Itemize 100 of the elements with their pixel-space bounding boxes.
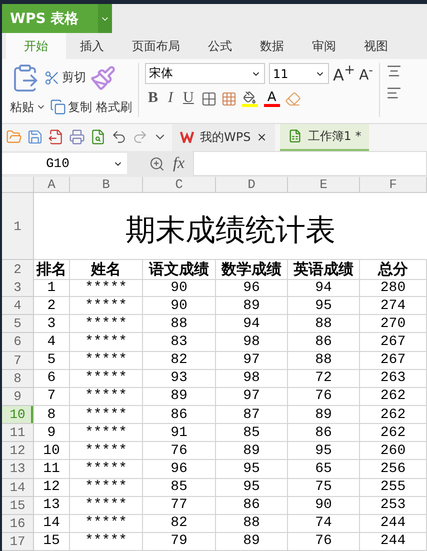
table-cell: 253 <box>360 496 427 515</box>
table-cell: 96 <box>143 460 216 478</box>
font-color-button[interactable]: A <box>262 90 281 107</box>
table-cell: 263 <box>360 370 427 388</box>
shrink-font-button[interactable]: A$^{-}$ <box>359 63 373 84</box>
printer-icon[interactable] <box>69 129 85 146</box>
name-box[interactable]: G10 <box>2 153 127 174</box>
table-cell: ***** <box>70 278 143 298</box>
app-menu-button[interactable]: WPS 表格 <box>2 4 112 34</box>
ribbon-tab[interactable]: 视图 <box>350 33 402 59</box>
table-cell: ***** <box>70 406 143 424</box>
zoom-icon[interactable] <box>149 156 165 172</box>
row-header[interactable]: 9 <box>2 388 34 406</box>
table-cell: 76 <box>288 532 360 551</box>
table-cell: 90 <box>288 496 360 515</box>
ribbon-tab[interactable]: 审阅 <box>298 33 350 59</box>
row-header[interactable]: 17 <box>2 532 34 551</box>
table-cell: 4 <box>34 333 70 352</box>
column-header[interactable]: F <box>360 176 427 194</box>
document-tab[interactable]: 工作簿1 * <box>280 124 370 152</box>
grow-font-button[interactable]: A$^{+}$ <box>333 62 356 84</box>
row-header[interactable]: 3 <box>2 278 34 298</box>
table-cell: 7 <box>34 388 70 406</box>
table-cell: 86 <box>288 424 360 442</box>
table-cell: 9 <box>34 424 70 442</box>
bold-button[interactable]: B <box>145 90 162 108</box>
table-cell: 13 <box>34 496 70 515</box>
formula-field[interactable] <box>192 151 427 176</box>
table-cell: 75 <box>288 478 360 497</box>
table-cell: ***** <box>70 442 143 460</box>
table-cell: 274 <box>360 297 427 316</box>
fill-color-button[interactable] <box>240 90 259 107</box>
row-header[interactable]: 15 <box>2 496 34 515</box>
brush-icon[interactable] <box>90 64 116 91</box>
table-cell: 88 <box>143 315 216 334</box>
table-cell: ***** <box>70 478 143 497</box>
table-cell: 89 <box>216 442 288 460</box>
row-header[interactable]: 8 <box>2 370 34 388</box>
row-header[interactable]: 12 <box>2 442 34 460</box>
scissors-icon <box>44 70 60 86</box>
row-header[interactable]: 11 <box>2 424 34 442</box>
row-header[interactable]: 5 <box>2 315 34 334</box>
format-painter-button[interactable]: 格式刷 <box>96 98 132 116</box>
font-name-dropdown[interactable]: 宋体 <box>145 63 265 84</box>
table-cell: 82 <box>143 352 216 370</box>
row-header[interactable]: 7 <box>2 352 34 370</box>
table-cell: 10 <box>34 442 70 460</box>
document-tab[interactable]: 我的WPS × <box>172 124 275 152</box>
table-cell: ***** <box>70 370 143 388</box>
table-cell: ***** <box>70 333 143 352</box>
ribbon-tab[interactable]: 开始 <box>6 33 66 59</box>
table-cell: 256 <box>360 460 427 478</box>
table-cell: 76 <box>143 442 216 460</box>
underline-button[interactable]: U <box>180 90 197 108</box>
ribbon-tab[interactable]: 页面布局 <box>118 33 194 59</box>
borders-icon[interactable] <box>200 90 217 107</box>
table-cell: 76 <box>288 388 360 406</box>
row-header[interactable]: 4 <box>2 297 34 316</box>
table-cell: 79 <box>143 532 216 551</box>
column-header[interactable]: D <box>216 176 288 194</box>
column-header[interactable]: B <box>70 176 143 194</box>
row-header[interactable]: 2 <box>2 260 34 280</box>
column-header[interactable]: A <box>34 176 70 194</box>
column-header[interactable]: C <box>143 176 216 194</box>
redo-icon[interactable] <box>132 129 148 146</box>
function-button[interactable]: fx <box>173 154 185 173</box>
preview-icon[interactable] <box>90 129 106 146</box>
table-cell: 77 <box>143 496 216 515</box>
table-cell: 97 <box>216 388 288 406</box>
ribbon-tab[interactable]: 公式 <box>194 33 246 59</box>
logo-icon <box>180 131 194 144</box>
table-cell: 267 <box>360 333 427 352</box>
column-header[interactable]: E <box>288 176 360 194</box>
table-cell: 95 <box>216 460 288 478</box>
paste-button[interactable]: 粘贴 <box>10 98 46 116</box>
font-size-dropdown[interactable]: 11 <box>269 63 329 84</box>
row-header[interactable]: 1 <box>2 193 34 260</box>
table-cell: 86 <box>216 496 288 515</box>
cut-button[interactable]: 剪切 <box>44 69 86 86</box>
header-cell: 英语成绩 <box>288 260 360 280</box>
export-icon[interactable] <box>48 129 64 146</box>
undo-icon[interactable] <box>111 129 127 146</box>
row-header[interactable]: 16 <box>2 514 34 533</box>
row-header[interactable]: 14 <box>2 478 34 497</box>
table-cell: 91 <box>143 424 216 442</box>
row-header[interactable]: 6 <box>2 333 34 352</box>
folder-icon[interactable] <box>6 129 22 146</box>
save-icon[interactable] <box>27 129 43 146</box>
eraser-icon[interactable] <box>284 90 301 107</box>
table-cell: 82 <box>143 514 216 533</box>
row-header[interactable]: 13 <box>2 460 34 478</box>
table-cell: 90 <box>143 278 216 298</box>
ribbon-tab[interactable]: 数据 <box>246 33 298 59</box>
italic-button[interactable]: I <box>165 90 176 108</box>
row-header[interactable]: 10 <box>2 406 34 424</box>
copy-button[interactable]: 复制 <box>50 98 92 116</box>
table-cell: 88 <box>288 315 360 334</box>
ribbon-tab[interactable]: 插入 <box>66 33 118 59</box>
table-cell: ***** <box>70 460 143 478</box>
cell-style-icon[interactable] <box>220 90 237 107</box>
